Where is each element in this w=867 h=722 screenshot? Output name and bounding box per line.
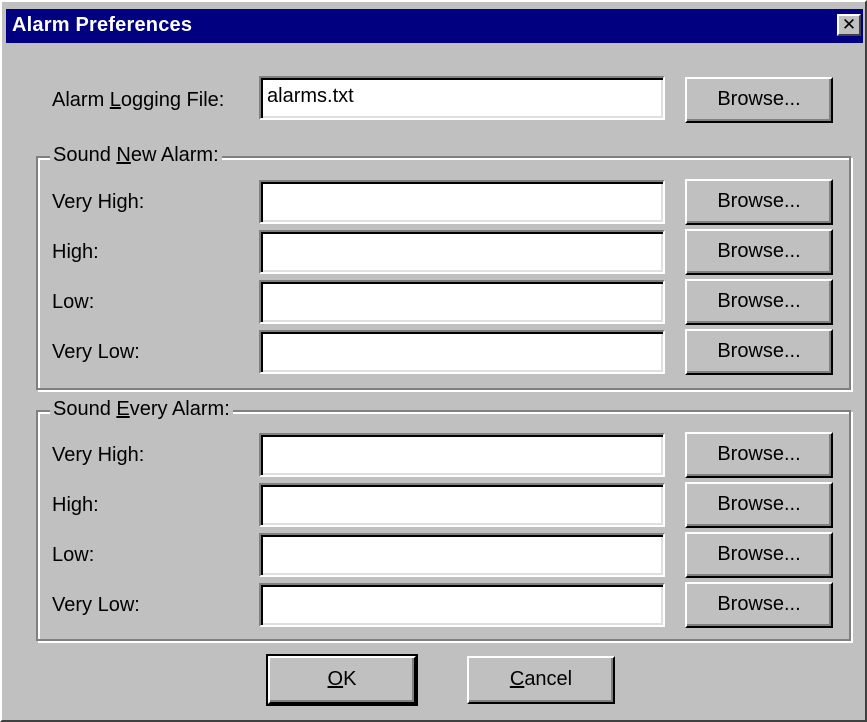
- ok-button[interactable]: OK: [266, 654, 418, 706]
- new-high-input[interactable]: [259, 230, 665, 274]
- window-title: Alarm Preferences: [12, 14, 193, 36]
- new-very-high-input[interactable]: [259, 180, 665, 224]
- sound-new-alarm-legend-accel: N: [116, 144, 131, 166]
- every-low-browse-button[interactable]: Browse...: [685, 532, 833, 578]
- alarm-preferences-dialog: Alarm Preferences ✕ Alarm Logging File: …: [0, 0, 867, 722]
- new-low-browse-button[interactable]: Browse...: [685, 279, 833, 325]
- new-very-high-label: Very High:: [52, 191, 145, 213]
- new-very-high-browse-button[interactable]: Browse...: [685, 179, 833, 225]
- every-very-low-input[interactable]: [259, 583, 665, 627]
- new-very-low-label: Very Low:: [52, 341, 140, 363]
- every-very-high-input[interactable]: [259, 433, 665, 477]
- every-very-high-browse-button[interactable]: Browse...: [685, 432, 833, 478]
- ok-button-rest: K: [343, 668, 357, 690]
- alarm-logging-file-label-accel: L: [109, 89, 121, 111]
- new-very-low-browse-button[interactable]: Browse...: [685, 329, 833, 375]
- sound-every-alarm-legend-suffix: very Alarm:: [129, 398, 230, 420]
- cancel-button[interactable]: Cancel: [467, 656, 615, 704]
- cancel-button-accel: C: [509, 668, 525, 690]
- new-high-label: High:: [52, 241, 99, 263]
- every-very-low-browse-button[interactable]: Browse...: [685, 582, 833, 628]
- alarm-logging-file-input[interactable]: alarms.txt: [259, 76, 665, 120]
- alarm-logging-file-label-suffix: ogging File:: [120, 89, 225, 111]
- every-high-browse-button[interactable]: Browse...: [685, 482, 833, 528]
- new-low-input[interactable]: [259, 280, 665, 324]
- new-low-label: Low:: [52, 291, 95, 313]
- new-very-low-input[interactable]: [259, 330, 665, 374]
- sound-new-alarm-legend: Sound New Alarm:: [50, 144, 222, 167]
- sound-new-alarm-legend-suffix: ew Alarm:: [130, 144, 219, 166]
- every-low-label: Low:: [52, 544, 95, 566]
- sound-every-alarm-legend-prefix: Sound: [53, 398, 117, 420]
- close-button[interactable]: ✕: [837, 14, 861, 36]
- alarm-logging-browse-button[interactable]: Browse...: [685, 77, 833, 123]
- sound-new-alarm-legend-prefix: Sound: [53, 144, 117, 166]
- cancel-button-rest: ancel: [524, 668, 573, 690]
- alarm-logging-file-label: Alarm Logging File:: [52, 89, 224, 112]
- every-low-input[interactable]: [259, 533, 665, 577]
- every-very-high-label: Very High:: [52, 444, 145, 466]
- ok-button-accel: O: [327, 668, 344, 690]
- title-bar[interactable]: Alarm Preferences ✕: [6, 9, 863, 43]
- alarm-logging-file-label-prefix: Alarm: [52, 89, 110, 111]
- new-high-browse-button[interactable]: Browse...: [685, 229, 833, 275]
- every-high-label: High:: [52, 494, 99, 516]
- every-high-input[interactable]: [259, 483, 665, 527]
- close-icon: ✕: [841, 15, 857, 34]
- sound-every-alarm-legend-accel: E: [116, 398, 130, 420]
- every-very-low-label: Very Low:: [52, 594, 140, 616]
- sound-every-alarm-legend: Sound Every Alarm:: [50, 398, 233, 421]
